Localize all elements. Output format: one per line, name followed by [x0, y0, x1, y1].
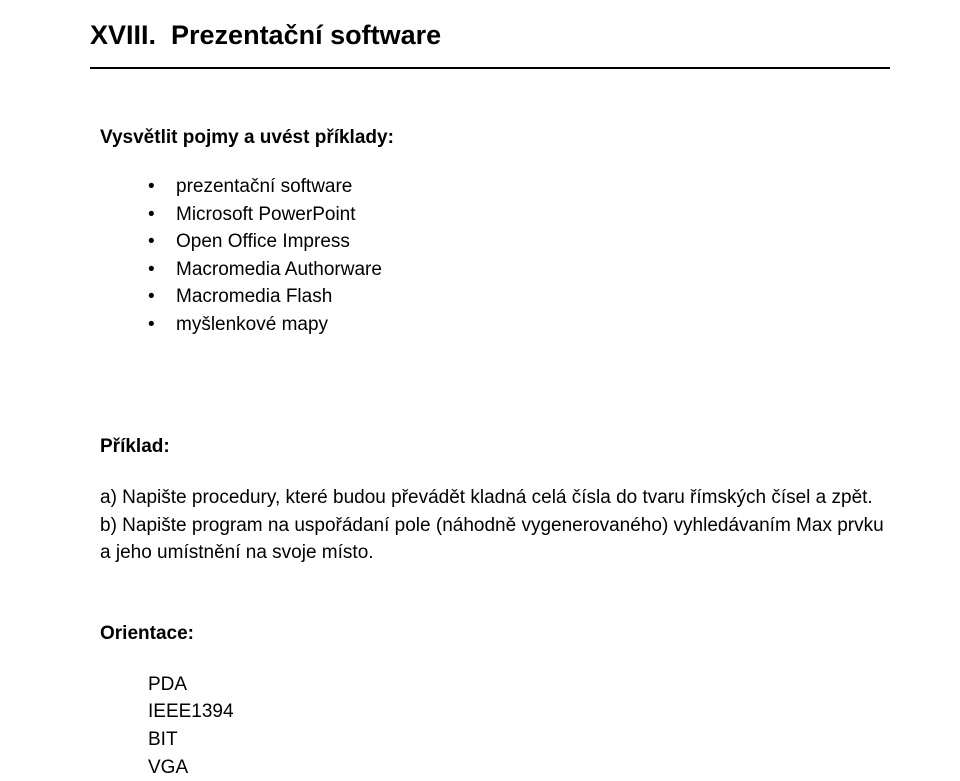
orientation-list: PDA IEEE1394 BIT VGA: [100, 671, 890, 781]
orientation-item: VGA: [148, 754, 890, 781]
section-heading: XVIII. Prezentační software: [90, 20, 890, 51]
example-label: Příklad:: [100, 436, 890, 458]
example-text-a: a) Napište procedury, které budou převád…: [100, 487, 873, 508]
divider-line: [90, 67, 890, 69]
list-item: prezentační software: [148, 173, 890, 201]
content-body: Vysvětlit pojmy a uvést příklady: prezen…: [90, 127, 890, 781]
list-item: Microsoft PowerPoint: [148, 201, 890, 229]
orientation-item: IEEE1394: [148, 698, 890, 726]
list-item: Macromedia Authorware: [148, 256, 890, 284]
orientation-item: PDA: [148, 671, 890, 699]
orientation-item: BIT: [148, 726, 890, 754]
terms-list: prezentační software Microsoft PowerPoin…: [100, 173, 890, 338]
list-item: Macromedia Flash: [148, 283, 890, 311]
list-item: myšlenkové mapy: [148, 311, 890, 339]
list-item: Open Office Impress: [148, 228, 890, 256]
explain-subheading: Vysvětlit pojmy a uvést příklady:: [100, 127, 890, 149]
example-text-b: b) Napište program na uspořádaní pole (n…: [100, 515, 884, 564]
example-paragraph: a) Napište procedury, které budou převád…: [100, 484, 890, 567]
orientation-label: Orientace:: [100, 623, 890, 645]
